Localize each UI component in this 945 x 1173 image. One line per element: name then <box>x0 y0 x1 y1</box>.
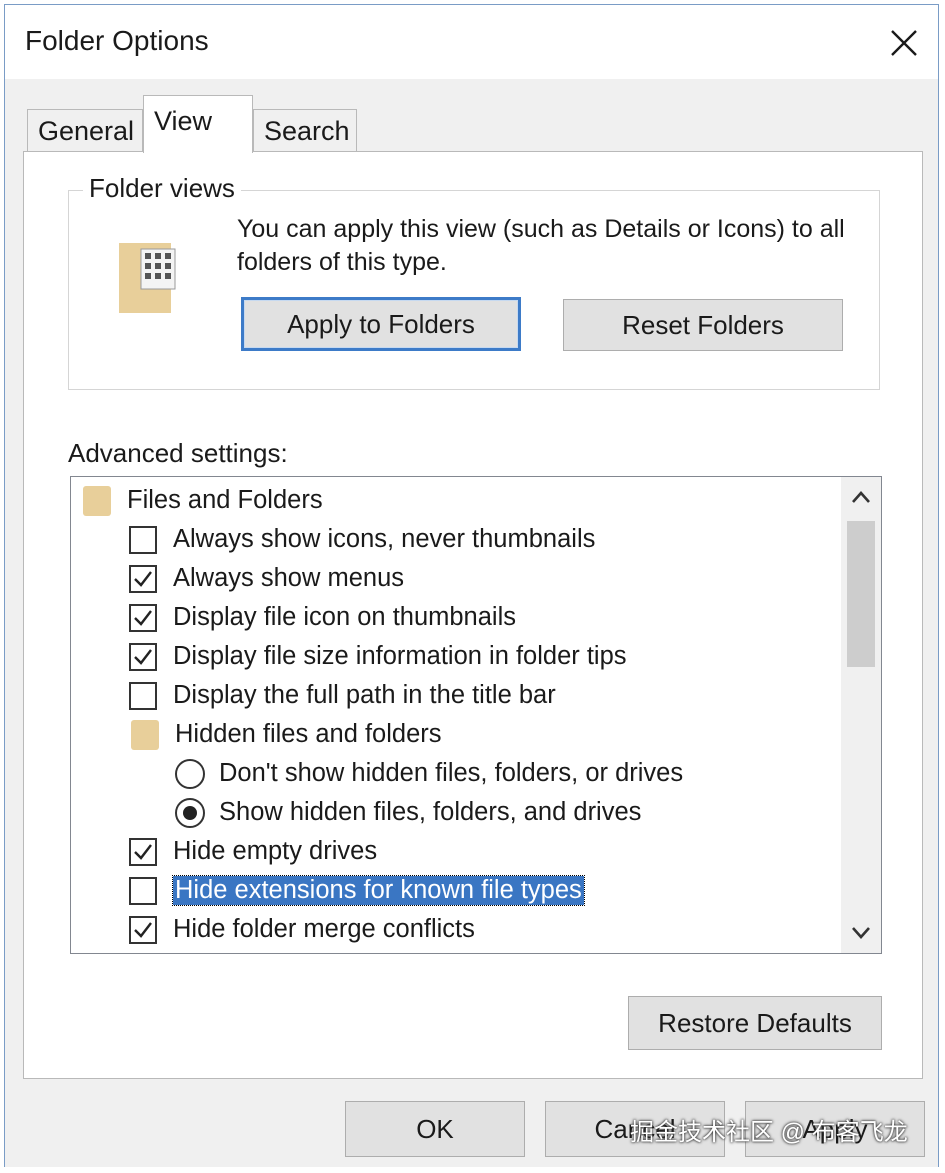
scroll-up-button[interactable] <box>841 477 881 517</box>
folder-view-icon <box>119 243 176 313</box>
option-always-show-menus[interactable]: Always show menus <box>129 559 404 598</box>
checkmark-icon <box>134 570 152 587</box>
list-item-label-selected: Hide extensions for known file types <box>172 875 585 906</box>
option-dont-show-hidden[interactable]: Don't show hidden files, folders, or dri… <box>175 754 683 793</box>
checkbox[interactable] <box>129 642 157 671</box>
vertical-scrollbar[interactable] <box>841 477 881 953</box>
checkmark-icon <box>134 921 152 938</box>
list-item-label: Show hidden files, folders, and drives <box>219 798 642 826</box>
list-item-label: Display file icon on thumbnails <box>173 603 517 631</box>
checkbox[interactable] <box>129 525 157 554</box>
scroll-thumb[interactable] <box>847 521 875 667</box>
list-item-label: Don't show hidden files, folders, or dri… <box>219 759 684 787</box>
folder-views-description: You can apply this view (such as Details… <box>237 215 845 276</box>
list-item-label: Hidden files and folders <box>175 720 442 748</box>
restore-defaults-label: Restore Defaults <box>658 1007 852 1038</box>
checkmark-icon <box>134 609 152 626</box>
checkbox[interactable] <box>129 876 157 905</box>
option-always-show-icons[interactable]: Always show icons, never thumbnails <box>129 520 595 559</box>
option-display-full-path[interactable]: Display the full path in the title bar <box>129 676 556 715</box>
radio-button[interactable] <box>175 797 205 828</box>
reset-folders-label: Reset Folders <box>622 309 784 340</box>
folder-views-group: Folder views You can apply this view (su… <box>68 173 880 390</box>
tab-search[interactable]: Search <box>253 109 357 151</box>
radio-button[interactable] <box>175 758 205 789</box>
close-icon <box>891 30 917 56</box>
folder-options-dialog: Folder Options General View Search Folde… <box>4 4 939 1167</box>
folder-icon <box>131 719 159 750</box>
folder-icon <box>83 485 111 516</box>
option-display-file-size[interactable]: Display file size information in folder … <box>129 637 627 676</box>
list-item-label: Files and Folders <box>127 486 323 514</box>
checkbox[interactable] <box>129 564 157 593</box>
ok-button[interactable]: OK <box>345 1101 525 1157</box>
tree-group-files-and-folders: Files and Folders <box>83 481 323 520</box>
ok-label: OK <box>416 1113 454 1144</box>
apply-to-folders-label: Apply to Folders <box>287 308 475 339</box>
tab-view[interactable]: View <box>143 95 253 153</box>
tree-group-hidden-files: Hidden files and folders <box>131 715 442 754</box>
checkmark-icon <box>134 843 152 860</box>
window-title: Folder Options <box>25 25 209 56</box>
checkmark-icon <box>134 648 152 665</box>
close-button[interactable] <box>880 19 928 67</box>
option-show-hidden[interactable]: Show hidden files, folders, and drives <box>175 793 641 832</box>
option-display-file-icon[interactable]: Display file icon on thumbnails <box>129 598 516 637</box>
tab-strip: General View Search <box>5 95 938 153</box>
list-item-label: Always show icons, never thumbnails <box>173 525 596 553</box>
list-item-label: Display file size information in folder … <box>173 642 627 670</box>
option-hide-merge-conflicts[interactable]: Hide folder merge conflicts <box>129 910 475 949</box>
advanced-settings-list[interactable]: Files and Folders Always show icons, nev… <box>70 476 882 954</box>
advanced-settings-label: Advanced settings: <box>68 438 288 468</box>
restore-defaults-button[interactable]: Restore Defaults <box>628 996 882 1050</box>
list-item-label: Hide empty drives <box>173 837 378 865</box>
tab-general[interactable]: General <box>27 109 143 151</box>
watermark: 掘金技术社区 @ 布客飞龙 <box>630 1119 908 1146</box>
option-hide-empty-drives[interactable]: Hide empty drives <box>129 832 377 871</box>
scroll-down-button[interactable] <box>841 913 881 953</box>
list-item-label: Hide folder merge conflicts <box>173 915 475 943</box>
reset-folders-button[interactable]: Reset Folders <box>563 299 843 351</box>
title-bar: Folder Options <box>5 5 938 79</box>
checkbox[interactable] <box>129 837 157 866</box>
folder-views-legend: Folder views <box>83 173 241 204</box>
chevron-up-icon <box>852 491 870 503</box>
list-item-label: Display the full path in the title bar <box>173 681 556 709</box>
apply-to-folders-button[interactable]: Apply to Folders <box>241 297 521 351</box>
list-item-label: Always show menus <box>173 564 405 592</box>
chevron-down-icon <box>852 927 870 939</box>
option-hide-extensions[interactable]: Hide extensions for known file types <box>129 871 585 910</box>
checkbox[interactable] <box>129 681 157 710</box>
radio-selected-dot <box>183 805 197 820</box>
view-tab-panel: Folder views You can apply this view (su… <box>23 151 923 1079</box>
checkbox[interactable] <box>129 603 157 632</box>
checkbox[interactable] <box>129 915 157 944</box>
